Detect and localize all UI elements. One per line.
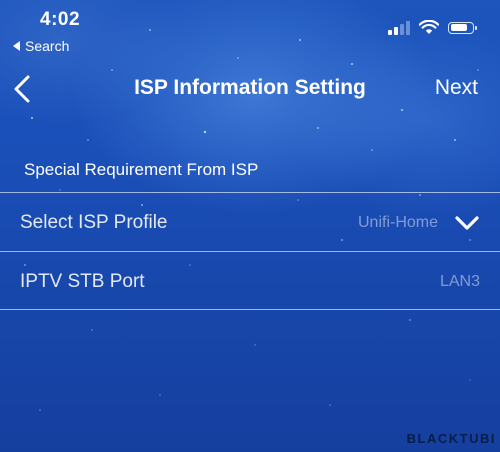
status-back-label: Search [25, 38, 70, 54]
row-label: IPTV STB Port [20, 271, 145, 292]
divider [0, 192, 500, 193]
back-triangle-icon [13, 41, 20, 51]
select-isp-profile-row[interactable]: Select ISP Profile Unifi-Home [0, 195, 500, 251]
divider [0, 309, 500, 310]
iptv-stb-port-value: LAN3 [439, 273, 480, 290]
wifi-icon [419, 20, 439, 34]
watermark: BLACKTUBI [406, 431, 496, 446]
status-back-to-app[interactable]: Search [13, 38, 69, 54]
divider [0, 251, 500, 252]
status-time: 4:02 [40, 9, 81, 30]
row-label: Select ISP Profile [20, 212, 168, 233]
chevron-down-icon[interactable] [454, 214, 480, 232]
iptv-stb-port-row[interactable]: IPTV STB Port LAN3 [0, 254, 500, 310]
next-button[interactable]: Next [435, 76, 478, 100]
battery-fill [450, 24, 467, 31]
section-header: Special Requirement From ISP [24, 160, 259, 179]
page-title: ISP Information Setting [134, 76, 366, 99]
signal-icon [388, 20, 410, 35]
battery-icon [448, 21, 477, 34]
isp-profile-value: Unifi-Home [357, 214, 438, 231]
status-icons [388, 20, 477, 35]
